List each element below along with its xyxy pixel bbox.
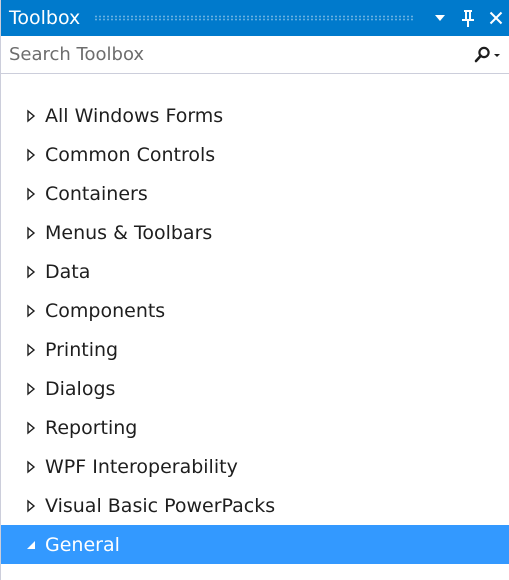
pin-icon (462, 10, 474, 27)
collapsed-arrow-icon[interactable] (23, 147, 39, 163)
tree-item-label: Common Controls (45, 143, 216, 166)
tree-item-label: Dialogs (45, 377, 116, 400)
tree-item[interactable]: Visual Basic PowerPacks (1, 486, 509, 525)
close-button[interactable] (482, 0, 509, 36)
tree-item[interactable]: Components (1, 291, 509, 330)
expanded-arrow-icon[interactable] (23, 537, 39, 553)
tree-item-label: Menus & Toolbars (45, 221, 213, 244)
tree-item-label: Components (45, 299, 166, 322)
collapsed-arrow-icon[interactable] (23, 381, 39, 397)
collapsed-arrow-icon[interactable] (23, 225, 39, 241)
toolbox-window: Toolbox Search Toolbox All Windows Forms… (0, 0, 509, 580)
search-input[interactable] (1, 36, 466, 73)
collapsed-arrow-icon[interactable] (23, 186, 39, 202)
search-bar (1, 36, 509, 74)
tree-item[interactable]: Menus & Toolbars (1, 213, 509, 252)
tree-item[interactable]: Data (1, 252, 509, 291)
search-options-button[interactable] (466, 37, 509, 73)
collapsed-arrow-icon[interactable] (23, 498, 39, 514)
title-bar[interactable]: Toolbox (1, 0, 509, 36)
search-icon (474, 46, 500, 62)
close-icon (489, 11, 503, 25)
tree-item[interactable]: Reporting (1, 408, 509, 447)
tree-item[interactable]: All Windows Forms (1, 96, 509, 135)
window-title: Toolbox (9, 7, 81, 29)
tree-item-label: Printing (45, 338, 119, 361)
tree-item[interactable]: WPF Interoperability (1, 447, 509, 486)
window-position-dropdown-button[interactable] (426, 0, 454, 36)
tree-item[interactable]: Dialogs (1, 369, 509, 408)
dropdown-icon (435, 15, 445, 21)
tree-item-label: Visual Basic PowerPacks (45, 494, 276, 517)
collapsed-arrow-icon[interactable] (23, 264, 39, 280)
tree-item-label: General (45, 533, 120, 556)
tree-item-label: All Windows Forms (45, 104, 224, 127)
tree-item[interactable]: General (1, 525, 509, 564)
collapsed-arrow-icon[interactable] (23, 342, 39, 358)
auto-hide-pin-button[interactable] (454, 0, 482, 36)
tree-item[interactable]: Common Controls (1, 135, 509, 174)
tree-item-label: WPF Interoperability (45, 455, 238, 478)
tree-item-label: Containers (45, 182, 148, 205)
collapsed-arrow-icon[interactable] (23, 303, 39, 319)
collapsed-arrow-icon[interactable] (23, 108, 39, 124)
collapsed-arrow-icon[interactable] (23, 420, 39, 436)
drag-grip[interactable] (94, 15, 414, 21)
collapsed-arrow-icon[interactable] (23, 459, 39, 475)
tree-item[interactable]: Printing (1, 330, 509, 369)
tree-item-label: Data (45, 260, 91, 283)
tree-item[interactable]: Containers (1, 174, 509, 213)
tree-item-label: Reporting (45, 416, 138, 439)
toolbox-category-tree: All Windows Forms Common Controls Containe… (1, 96, 509, 564)
